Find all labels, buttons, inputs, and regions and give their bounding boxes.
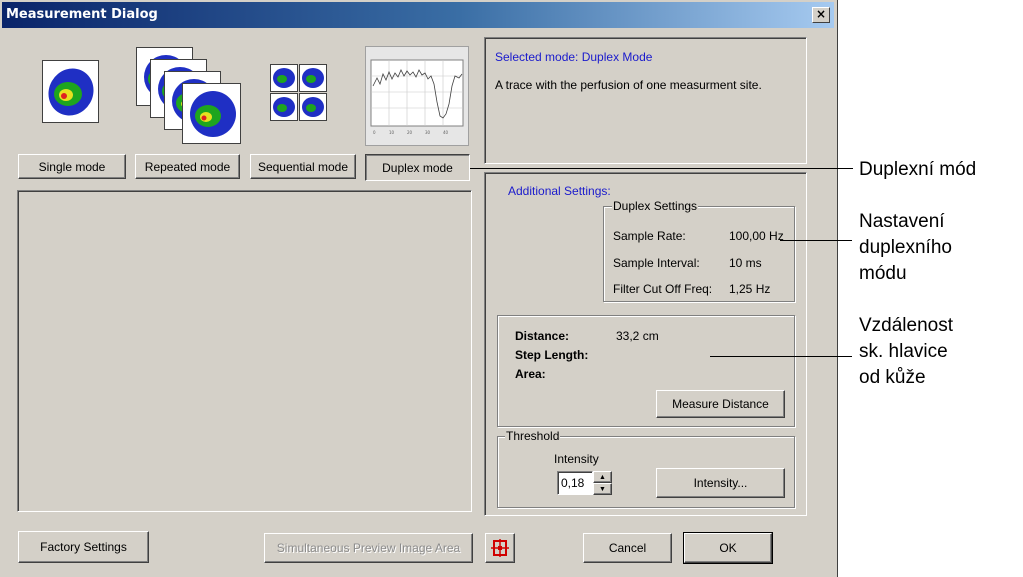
distance-label: Distance: (515, 329, 570, 343)
threshold-legend: Threshold (505, 429, 561, 443)
repeated-mode-button[interactable]: Repeated mode (135, 154, 240, 179)
selected-mode-description: A trace with the perfusion of one measur… (495, 78, 762, 92)
sample-interval-value: 10 ms (729, 256, 762, 270)
capture-icon-button[interactable] (485, 533, 515, 563)
annotation-distance-line1: Vzdálenost (859, 315, 954, 336)
arrow-down-icon: ▼ (599, 485, 606, 493)
cancel-button[interactable]: Cancel (583, 533, 672, 563)
annotation-duplex-mode: Duplexní mód (859, 159, 977, 180)
filter-cutoff-value: 1,25 Hz (729, 282, 771, 296)
intensity-input[interactable]: 0,18 (557, 471, 593, 495)
annotation-settings-line1: Nastavení (859, 211, 945, 232)
area-label: Area: (515, 367, 546, 381)
svg-text:10: 10 (389, 130, 395, 135)
annotation-distance-line2: sk. hlavice (859, 341, 948, 362)
arrow-up-icon: ▲ (599, 473, 606, 481)
selected-mode-panel: Selected mode: Duplex Mode A trace with … (484, 37, 807, 164)
measure-distance-button[interactable]: Measure Distance (656, 390, 785, 418)
settings-pointer-line (780, 240, 852, 241)
factory-settings-button[interactable]: Factory Settings (18, 531, 149, 563)
svg-text:30: 30 (425, 130, 431, 135)
duplex-pointer-line (470, 168, 853, 169)
sequential-mode-thumbnail[interactable] (270, 64, 328, 122)
simultaneous-preview-button: Simultaneous Preview Image Area (264, 533, 473, 563)
selected-mode-title: Selected mode: Duplex Mode (495, 50, 653, 64)
intensity-label: Intensity (554, 452, 599, 466)
repeated-mode-thumbnail[interactable] (136, 47, 242, 145)
duplex-mode-thumbnail[interactable]: 0 10 20 30 40 (365, 46, 469, 146)
additional-settings-label: Additional Settings: (508, 184, 611, 198)
single-mode-thumbnail[interactable] (42, 60, 100, 124)
annotation-settings-line2: duplexního (859, 237, 952, 258)
intensity-up-button[interactable]: ▲ (593, 471, 612, 483)
svg-text:40: 40 (443, 130, 449, 135)
intensity-button[interactable]: Intensity... (656, 468, 785, 498)
single-mode-button[interactable]: Single mode (18, 154, 126, 179)
window-title: Measurement Dialog (6, 7, 158, 22)
sample-rate-value: 100,00 Hz (729, 229, 784, 243)
filter-cutoff-label: Filter Cut Off Freq: (613, 282, 713, 296)
duplex-mode-button[interactable]: Duplex mode (365, 154, 470, 181)
ok-button[interactable]: OK (683, 532, 773, 564)
annotation-settings-line3: módu (859, 263, 907, 284)
capture-icon (491, 539, 509, 557)
preview-area (17, 190, 472, 512)
annotation-distance-line3: od kůže (859, 367, 926, 388)
duplex-settings-legend: Duplex Settings (612, 199, 699, 213)
step-length-label: Step Length: (515, 348, 589, 362)
distance-pointer-line (710, 356, 852, 357)
sequential-mode-button[interactable]: Sequential mode (250, 154, 356, 179)
sample-rate-label: Sample Rate: (613, 229, 686, 243)
close-button[interactable]: × (812, 7, 830, 23)
distance-value: 33,2 cm (616, 329, 659, 343)
measurement-dialog: Measurement Dialog × 0 10 20 30 40 Singl… (0, 0, 838, 577)
sample-interval-label: Sample Interval: (613, 256, 700, 270)
svg-text:20: 20 (407, 130, 413, 135)
intensity-down-button[interactable]: ▼ (593, 483, 612, 495)
title-bar[interactable]: Measurement Dialog × (2, 2, 834, 28)
